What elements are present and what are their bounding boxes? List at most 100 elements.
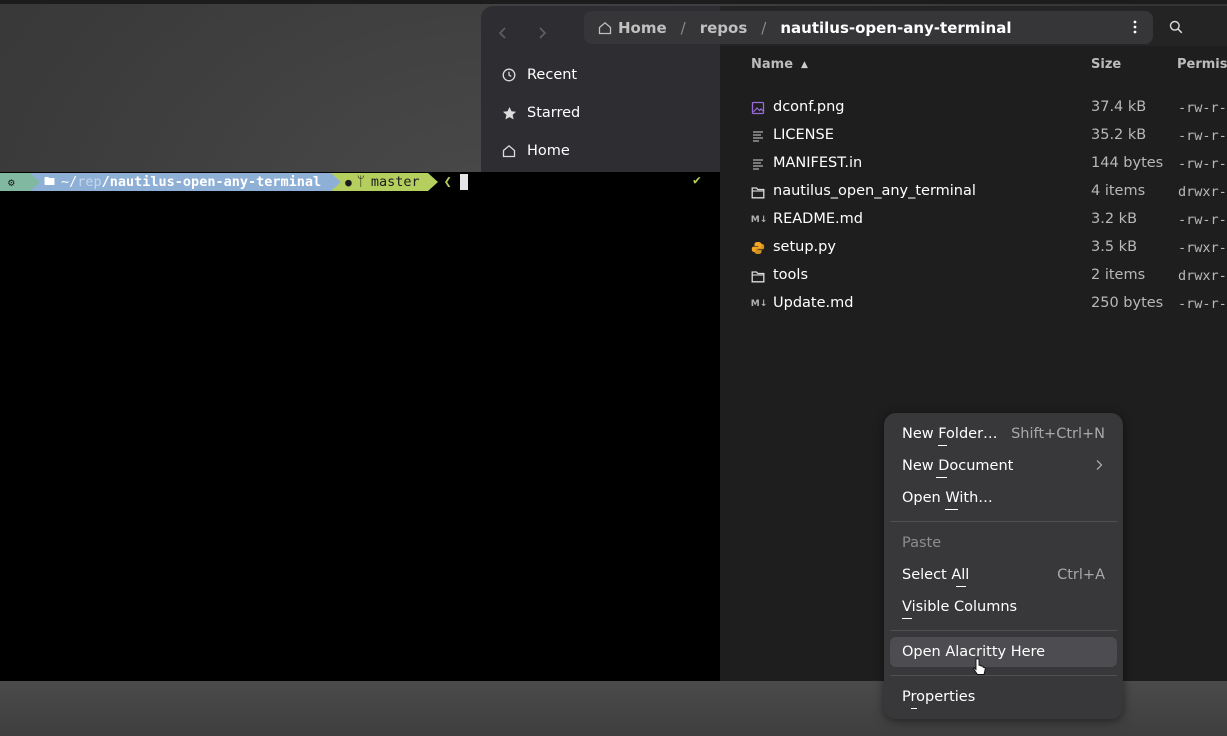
file-size: 250 bytes — [1091, 295, 1164, 311]
branch-icon: ᛘ — [356, 174, 365, 190]
sidebar-item-recent[interactable]: Recent — [491, 58, 711, 92]
file-name: setup.py — [773, 239, 836, 255]
back-button[interactable] — [486, 16, 520, 50]
column-header-name[interactable]: Name ▲ — [751, 57, 808, 72]
column-header-size[interactable]: Size — [1091, 57, 1121, 72]
chevron-right-icon — [1095, 459, 1103, 475]
menu-item-visible-columns[interactable]: Visible Columns — [890, 592, 1117, 622]
file-name: tools — [773, 267, 809, 283]
path-bar[interactable]: Home / repos / nautilus-open-any-termina… — [584, 11, 1153, 44]
file-row[interactable]: MANIFEST.in 144 bytes -rw-r- — [740, 150, 1227, 178]
prompt-git-segment: ● ᛘ master — [331, 173, 438, 191]
forward-button[interactable] — [525, 16, 559, 50]
kebab-menu-icon[interactable] — [1127, 19, 1143, 35]
text-file-icon — [750, 156, 766, 172]
file-size: 3.2 kB — [1091, 211, 1138, 227]
file-size: 35.2 kB — [1091, 127, 1147, 143]
markdown-icon: M↓ — [750, 215, 768, 225]
menu-separator — [890, 521, 1117, 522]
markdown-icon: M↓ — [750, 299, 768, 309]
chevron-right-icon — [539, 27, 547, 39]
menu-item-shortcut: Ctrl+A — [1057, 567, 1105, 583]
file-size: 37.4 kB — [1091, 99, 1147, 115]
file-row[interactable]: setup.py 3.5 kB -rwxr- — [740, 234, 1227, 262]
file-name: nautilus_open_any_terminal — [773, 183, 976, 199]
menu-item-new-folder[interactable]: New Folder… Shift+Ctrl+N — [890, 419, 1117, 449]
breadcrumb-separator: / — [680, 18, 686, 37]
sidebar-item-label: Recent — [527, 67, 578, 83]
menu-item-label: Visible Columns — [902, 599, 1018, 615]
exit-status-check: ✔ — [693, 173, 701, 188]
file-size: 2 items — [1091, 267, 1146, 283]
prompt-directory-segment: 🖿 ~/rep/nautilus-open-any-terminal — [30, 173, 342, 191]
sidebar-item-starred[interactable]: Starred — [491, 96, 711, 130]
file-row[interactable]: LICENSE 35.2 kB -rw-r- — [740, 122, 1227, 150]
folder-icon — [750, 268, 766, 284]
git-branch: master — [370, 174, 420, 190]
file-name: README.md — [773, 211, 863, 227]
menu-item-open-with[interactable]: Open With… — [890, 483, 1117, 513]
image-icon — [750, 100, 766, 116]
file-permissions: -rw-r- — [1178, 212, 1227, 228]
python-icon — [750, 240, 766, 256]
github-icon: ● — [345, 175, 352, 189]
context-menu: New Folder… Shift+Ctrl+N New Document Op… — [884, 413, 1123, 719]
menu-item-open-alacritty-here[interactable]: Open Alacritty Here — [890, 637, 1117, 667]
search-icon — [1169, 20, 1183, 34]
terminal-cursor — [459, 174, 468, 190]
column-header-label: Name — [751, 57, 794, 72]
file-row[interactable]: dconf.png 37.4 kB -rw-r- — [740, 94, 1227, 122]
menu-separator — [890, 630, 1117, 631]
gear-icon: ⚙ — [8, 175, 15, 189]
sidebar-item-label: Home — [527, 143, 570, 159]
prompt-os-segment: ⚙ — [0, 173, 40, 191]
home-icon — [501, 143, 517, 159]
column-header-permissions[interactable]: Permiss — [1177, 57, 1227, 72]
sidebar-item-home[interactable]: Home — [491, 134, 711, 168]
breadcrumb-current[interactable]: nautilus-open-any-terminal — [780, 19, 1011, 37]
sort-ascending-icon: ▲ — [801, 60, 808, 70]
file-name: MANIFEST.in — [773, 155, 863, 171]
file-size: 4 items — [1091, 183, 1146, 199]
terminal-window[interactable]: ⚙ 🖿 ~/rep/nautilus-open-any-terminal ● ᛘ… — [0, 172, 720, 681]
file-row[interactable]: tools 2 items drwxr- — [740, 262, 1227, 290]
file-name: LICENSE — [773, 127, 834, 143]
menu-item-label: Open With… — [902, 490, 993, 506]
menu-item-new-document[interactable]: New Document — [890, 451, 1117, 481]
search-button[interactable] — [1163, 14, 1189, 40]
file-row[interactable]: M↓ Update.md 250 bytes -rw-r- — [740, 290, 1227, 318]
chevron-left-icon — [498, 27, 506, 39]
text-file-icon — [750, 128, 766, 144]
home-icon — [598, 21, 612, 35]
mnemonic-underline — [956, 586, 966, 587]
folder-icon: 🖿 — [44, 174, 55, 188]
menu-item-label: Paste — [902, 535, 942, 551]
path-current: /nautilus-open-any-terminal — [101, 174, 322, 190]
sidebar-item-label: Starred — [527, 105, 581, 121]
file-permissions: -rw-r- — [1178, 100, 1227, 116]
menu-item-label: Select All — [902, 567, 970, 583]
mnemonic-underline — [945, 509, 958, 510]
menu-item-properties[interactable]: Properties — [890, 682, 1117, 712]
file-row[interactable]: nautilus_open_any_terminal 4 items drwxr… — [740, 178, 1227, 206]
menu-item-select-all[interactable]: Select All Ctrl+A — [890, 560, 1117, 590]
mnemonic-underline — [938, 445, 947, 446]
menu-item-label: New Folder… — [902, 426, 998, 442]
breadcrumb-label: Home — [618, 18, 667, 37]
file-row[interactable]: M↓ README.md 3.2 kB -rw-r- — [740, 206, 1227, 234]
path-home: ~/ — [61, 174, 78, 190]
breadcrumb-home[interactable]: Home — [584, 19, 667, 37]
mnemonic-underline — [936, 477, 947, 478]
file-size: 144 bytes — [1091, 155, 1164, 171]
shell-prompt: ⚙ 🖿 ~/rep/nautilus-open-any-terminal ● ᛘ… — [0, 173, 468, 191]
menu-item-paste: Paste — [890, 528, 1117, 558]
star-icon — [501, 105, 517, 121]
file-permissions: -rw-r- — [1178, 296, 1227, 312]
file-permissions: -rw-r- — [1178, 128, 1227, 144]
mnemonic-underline — [902, 618, 912, 619]
file-permissions: drwxr- — [1178, 184, 1227, 200]
mnemonic-underline — [911, 708, 917, 709]
breadcrumb-repos[interactable]: repos — [700, 19, 748, 37]
file-permissions: drwxr- — [1178, 268, 1227, 284]
menu-item-label: Properties — [902, 689, 976, 705]
